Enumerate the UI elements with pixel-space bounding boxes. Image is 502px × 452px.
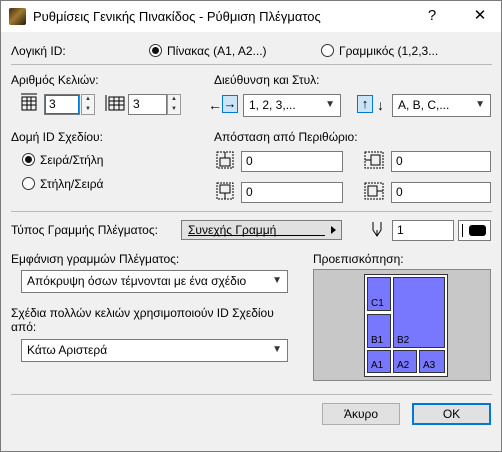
margin-bottom-icon [215, 181, 235, 204]
margin-right-input[interactable]: 0 [391, 182, 491, 203]
window-title: Ρυθμίσεις Γενικής Πινακίδος - Ρύθμιση Πλ… [33, 9, 321, 24]
preview-sheet: C1 B1 B2 A1 A2 A3 [364, 274, 448, 377]
margin-top-icon [215, 150, 235, 173]
ok-button[interactable]: OK [412, 403, 491, 425]
line-sample [188, 235, 325, 236]
margin-right-icon [363, 181, 385, 204]
multi-cell-label-line1: Σχέδια πολλών κελιών χρησιμοποιούν ID Σχ… [11, 306, 274, 320]
arrow-right-icon[interactable]: → [222, 95, 238, 113]
close-button[interactable]: ✕ [469, 5, 491, 27]
multi-cell-value: Κάτω Αριστερά [27, 343, 108, 357]
preview-cell: A1 [367, 350, 391, 373]
preview-cell: C1 [367, 277, 391, 311]
separator [11, 394, 492, 395]
chevron-down-icon: ▼ [272, 275, 282, 286]
pen-color-button[interactable] [458, 220, 491, 241]
arrow-left-icon[interactable]: ← [208, 97, 222, 113]
arrow-up-icon[interactable]: ↑ [357, 95, 373, 113]
chevron-down-icon: ▼ [475, 99, 485, 110]
pen-number-input[interactable]: 1 [392, 220, 454, 241]
margin-top-input[interactable]: 0 [241, 151, 343, 172]
arrow-down-icon[interactable]: ↓ [377, 97, 384, 113]
margins-label: Απόσταση από Περιθώριο: [214, 130, 358, 144]
cancel-button[interactable]: Άκυρο [322, 403, 400, 425]
structure-label: Δομή ID Σχεδίου: [11, 130, 103, 144]
structure-col-row-label[interactable]: Στήλη/Σειρά [40, 177, 103, 191]
horizontal-style-value: 1, 2, 3,... [249, 98, 296, 112]
multi-cell-select[interactable]: Κάτω Αριστερά ▼ [21, 339, 288, 362]
pen-icon [370, 220, 384, 243]
logical-id-table-radio[interactable] [149, 44, 162, 57]
line-type-label: Τύπος Γραμμής Πλέγματος: [11, 223, 158, 237]
show-lines-label: Εμφάνιση γραμμών Πλέγματος: [11, 252, 180, 266]
chevron-down-icon: ▼ [325, 99, 335, 110]
direction-label: Διεύθυνση και Στυλ: [214, 73, 320, 87]
logical-id-table-label[interactable]: Πίνακας (A1, A2...) [167, 44, 267, 58]
logical-id-label: Λογική ID: [11, 44, 66, 58]
cols-grid-icon [104, 93, 126, 116]
vertical-style-select[interactable]: A, B, C,... ▼ [392, 94, 491, 117]
help-button[interactable]: ? [421, 5, 443, 27]
separator [11, 64, 492, 65]
separator [11, 211, 492, 212]
margin-left-icon [363, 150, 385, 173]
vertical-style-value: A, B, C,... [398, 98, 450, 112]
rows-count-spinner[interactable]: ▲ ▼ [81, 94, 95, 115]
settings-dialog: Ρυθμίσεις Γενικής Πινακίδος - Ρύθμιση Πλ… [0, 0, 502, 452]
preview-label: Προεπισκόπηση: [313, 252, 404, 266]
cols-count-spinner[interactable]: ▲ ▼ [167, 94, 181, 115]
preview-cell: B1 [367, 314, 391, 348]
multi-cell-label-line2: από: [11, 320, 37, 334]
structure-col-row-radio[interactable] [22, 177, 35, 190]
margin-bottom-input[interactable]: 0 [241, 182, 343, 203]
logical-id-linear-label[interactable]: Γραμμικός (1,2,3... [339, 44, 438, 58]
show-lines-value: Απόκρυψη όσων τέμνονται με ένα σχέδιο [27, 274, 247, 288]
title-bar: Ρυθμίσεις Γενικής Πινακίδος - Ρύθμιση Πλ… [1, 1, 501, 32]
logical-id-linear-radio[interactable] [321, 44, 334, 57]
preview-cell: B2 [393, 277, 445, 348]
rows-count-input[interactable]: 3 [44, 94, 80, 115]
preview-cell: A3 [419, 350, 445, 373]
structure-row-col-label[interactable]: Σειρά/Στήλη [40, 153, 103, 167]
rows-grid-icon [19, 92, 39, 115]
chevron-down-icon: ▼ [272, 344, 282, 355]
preview-cell: A2 [393, 350, 417, 373]
horizontal-style-select[interactable]: 1, 2, 3,... ▼ [243, 94, 341, 117]
grid-preview: C1 B1 B2 A1 A2 A3 [313, 269, 491, 381]
show-lines-select[interactable]: Απόκρυψη όσων τέμνονται με ένα σχέδιο ▼ [21, 270, 288, 293]
chevron-right-icon [331, 226, 336, 234]
margin-left-input[interactable]: 0 [391, 151, 491, 172]
structure-row-col-radio[interactable] [22, 153, 35, 166]
line-type-select[interactable]: Συνεχής Γραμμή [181, 220, 342, 240]
app-icon [9, 8, 26, 25]
cols-count-input[interactable]: 3 [128, 94, 167, 115]
cell-count-label: Αριθμός Κελιών: [11, 73, 99, 87]
